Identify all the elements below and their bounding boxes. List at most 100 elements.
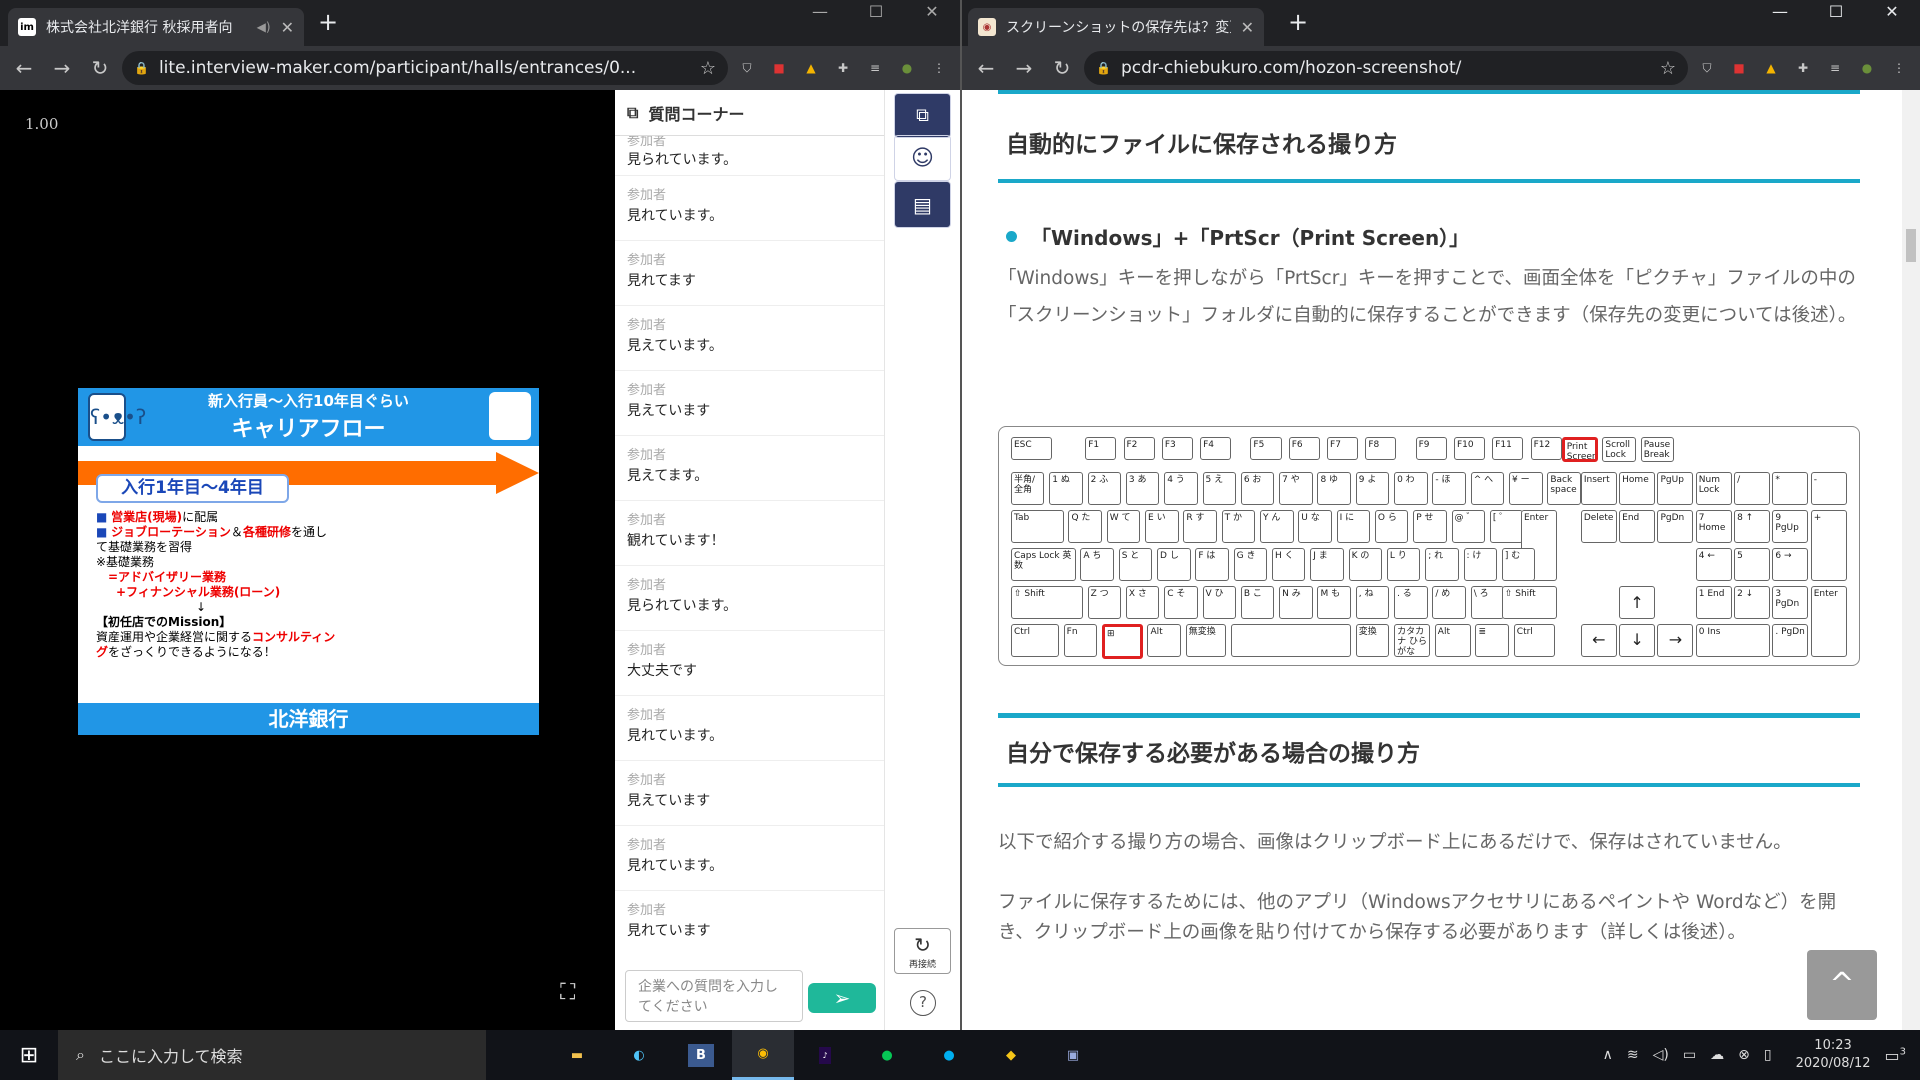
minimize-button[interactable]: — xyxy=(792,0,848,24)
extensions-puzzle-icon[interactable]: ✚ xyxy=(1790,57,1816,79)
close-window-button[interactable]: ✕ xyxy=(1864,0,1920,24)
profile-avatar-icon[interactable]: ● xyxy=(1854,57,1880,79)
shield-extension-icon[interactable]: ⛉ xyxy=(1694,57,1720,79)
keyboard-key: 6 → xyxy=(1772,548,1809,582)
reconnect-button[interactable]: ↻ 再接続 xyxy=(894,928,951,974)
audio-icon[interactable]: ◀) xyxy=(257,20,271,34)
tips-icon[interactable]: ◆ xyxy=(980,1030,1042,1080)
scrollbar-thumb[interactable] xyxy=(1906,229,1916,262)
profile-avatar-icon[interactable]: ● xyxy=(894,57,920,79)
keyboard-key: F7 xyxy=(1327,437,1359,460)
forward-icon[interactable]: → xyxy=(46,56,78,80)
question-input[interactable]: 企業への質問を入力してください xyxy=(625,970,803,1022)
app-icon[interactable]: ▣ xyxy=(1042,1030,1104,1080)
question-panel: ⧉ 質問コーナー 参加者 見られています。 参加者 見れています。 参加者 見れてま… xyxy=(615,90,885,1030)
new-tab-button[interactable]: + xyxy=(1288,8,1308,36)
volume-icon[interactable]: ◁) xyxy=(1653,1047,1669,1063)
close-window-button[interactable]: ✕ xyxy=(904,0,960,24)
bookmark-star-icon[interactable]: ☆ xyxy=(1660,58,1676,79)
keyboard-key: F6 xyxy=(1288,437,1320,460)
file-explorer-icon[interactable]: ▬ xyxy=(546,1030,608,1080)
translate-icon: ⧉ xyxy=(627,102,639,122)
keyboard-key: J ま xyxy=(1310,548,1344,582)
close-tab-icon[interactable]: ✕ xyxy=(1241,18,1254,37)
keyboard-key: Delete xyxy=(1580,510,1617,544)
keyboard-key: F4 xyxy=(1200,437,1232,460)
keyboard-key: M も xyxy=(1317,586,1351,619)
b-app-icon[interactable]: B xyxy=(670,1030,732,1080)
keyboard-key: * xyxy=(1772,472,1809,506)
shield-extension-icon[interactable]: ⛉ xyxy=(734,57,760,79)
chat-message-list: 参加者 見れています。 参加者 見れてます 参加者 見えています。 参加者 見えています… xyxy=(615,176,884,956)
new-tab-button[interactable]: + xyxy=(318,8,338,36)
back-icon[interactable]: ← xyxy=(8,56,40,80)
menu-kebab-icon[interactable]: ⋮ xyxy=(1886,57,1912,79)
wifi-icon[interactable]: ≋ xyxy=(1627,1047,1639,1063)
keyboard-key: 5 xyxy=(1734,548,1770,582)
orange-arrow-head xyxy=(496,452,539,494)
tab-strip: im 株式会社北洋銀行 秋採用者向 ◀) ✕ + — ☐ ✕ xyxy=(0,0,960,46)
menu-kebab-icon[interactable]: ⋮ xyxy=(926,57,952,79)
send-button[interactable]: ➢ xyxy=(808,983,876,1013)
red-extension-icon[interactable]: ■ xyxy=(766,57,792,79)
close-tab-icon[interactable]: ✕ xyxy=(281,18,294,37)
keyboard-key: Scroll Lock xyxy=(1602,437,1636,463)
send-icon: ➢ xyxy=(833,986,851,1010)
skype-icon[interactable]: ● xyxy=(918,1030,980,1080)
chat-message: 参加者 見られています。 xyxy=(615,566,884,631)
scroll-to-top-button[interactable]: ^ xyxy=(1807,950,1877,1020)
x-circle-icon[interactable]: ⊗ xyxy=(1738,1047,1750,1063)
keyboard-key: 0 わ xyxy=(1394,472,1428,506)
translate-panel-button[interactable]: ⧉ xyxy=(894,93,951,138)
red-extension-icon[interactable]: ■ xyxy=(1726,57,1752,79)
taskbar-search[interactable]: ⌕ ここに入力して検索 xyxy=(58,1030,486,1080)
forward-icon[interactable]: → xyxy=(1008,56,1040,80)
notification-icon[interactable]: ▭3 xyxy=(1885,1046,1907,1065)
keyboard-key: PgUp xyxy=(1657,472,1694,506)
keyboard-key: + xyxy=(1810,510,1847,582)
line-icon[interactable]: ● xyxy=(856,1030,918,1080)
reading-list-icon[interactable]: ≡ xyxy=(862,57,888,79)
keyboard-key: P せ xyxy=(1413,510,1447,544)
fullscreen-icon[interactable]: ⛶ xyxy=(560,980,590,1010)
extensions-puzzle-icon[interactable]: ✚ xyxy=(830,57,856,79)
divider xyxy=(998,90,1860,94)
onedrive-icon[interactable]: ☁ xyxy=(1710,1047,1724,1063)
keyboard-key: Print Screen xyxy=(1561,437,1598,463)
minimize-button[interactable]: — xyxy=(1752,0,1808,24)
drive-extension-icon[interactable]: ▲ xyxy=(1758,57,1784,79)
tab-interview-maker[interactable]: im 株式会社北洋銀行 秋採用者向 ◀) ✕ xyxy=(8,8,304,46)
windows-start-icon[interactable]: ⊞ xyxy=(0,1030,58,1080)
side-rail: ⧉ ☺ ▤ ↻ 再接続 ? xyxy=(885,90,960,1030)
back-icon[interactable]: ← xyxy=(970,56,1002,80)
keyboard-key: F10 xyxy=(1453,437,1486,460)
page-scrollbar[interactable] xyxy=(1902,90,1920,1030)
chat-message: 参加者 見れています。 xyxy=(615,826,884,891)
edge-icon[interactable]: ◐ xyxy=(608,1030,670,1080)
reload-icon[interactable]: ↻ xyxy=(1046,56,1078,80)
clock[interactable]: 10:23 2020/08/12 xyxy=(1796,1037,1871,1073)
chrome-icon[interactable]: ◉ xyxy=(732,1030,794,1080)
help-icon[interactable]: ? xyxy=(910,990,936,1016)
tab-title: 株式会社北洋銀行 秋採用者向 xyxy=(46,20,233,36)
keyboard-key: . る xyxy=(1394,586,1428,619)
tab-screenshot-article[interactable]: ◉ スクリーンショットの保存先は？変更方 ✕ xyxy=(968,8,1264,46)
bookmark-star-icon[interactable]: ☆ xyxy=(700,58,716,79)
maximize-button[interactable]: ☐ xyxy=(848,0,904,24)
reload-icon[interactable]: ↻ xyxy=(84,56,116,80)
keyboard-key: Alt xyxy=(1434,624,1471,657)
keyboard-key: @ ゛ xyxy=(1451,510,1486,544)
reading-list-icon[interactable]: ≡ xyxy=(1822,57,1848,79)
document-button[interactable]: ▤ xyxy=(894,181,951,228)
ime-icon[interactable]: ▯ xyxy=(1764,1047,1772,1063)
amazon-music-icon[interactable]: ♪ xyxy=(794,1030,856,1080)
keyboard-key: [ ゜ xyxy=(1489,510,1524,544)
maximize-button[interactable]: ☐ xyxy=(1808,0,1864,24)
address-bar[interactable]: 🔒 pcdr-chiebukuro.com/hozon-screenshot/ … xyxy=(1084,51,1688,85)
address-bar[interactable]: 🔒 lite.interview-maker.com/participant/h… xyxy=(122,51,728,85)
chevron-up-icon[interactable]: ∧ xyxy=(1603,1047,1613,1063)
battery-icon[interactable]: ▭ xyxy=(1683,1047,1696,1063)
drive-extension-icon[interactable]: ▲ xyxy=(798,57,824,79)
participant-button[interactable]: ☺ xyxy=(894,135,951,181)
keyboard-key: 2 ↓ xyxy=(1734,586,1770,619)
